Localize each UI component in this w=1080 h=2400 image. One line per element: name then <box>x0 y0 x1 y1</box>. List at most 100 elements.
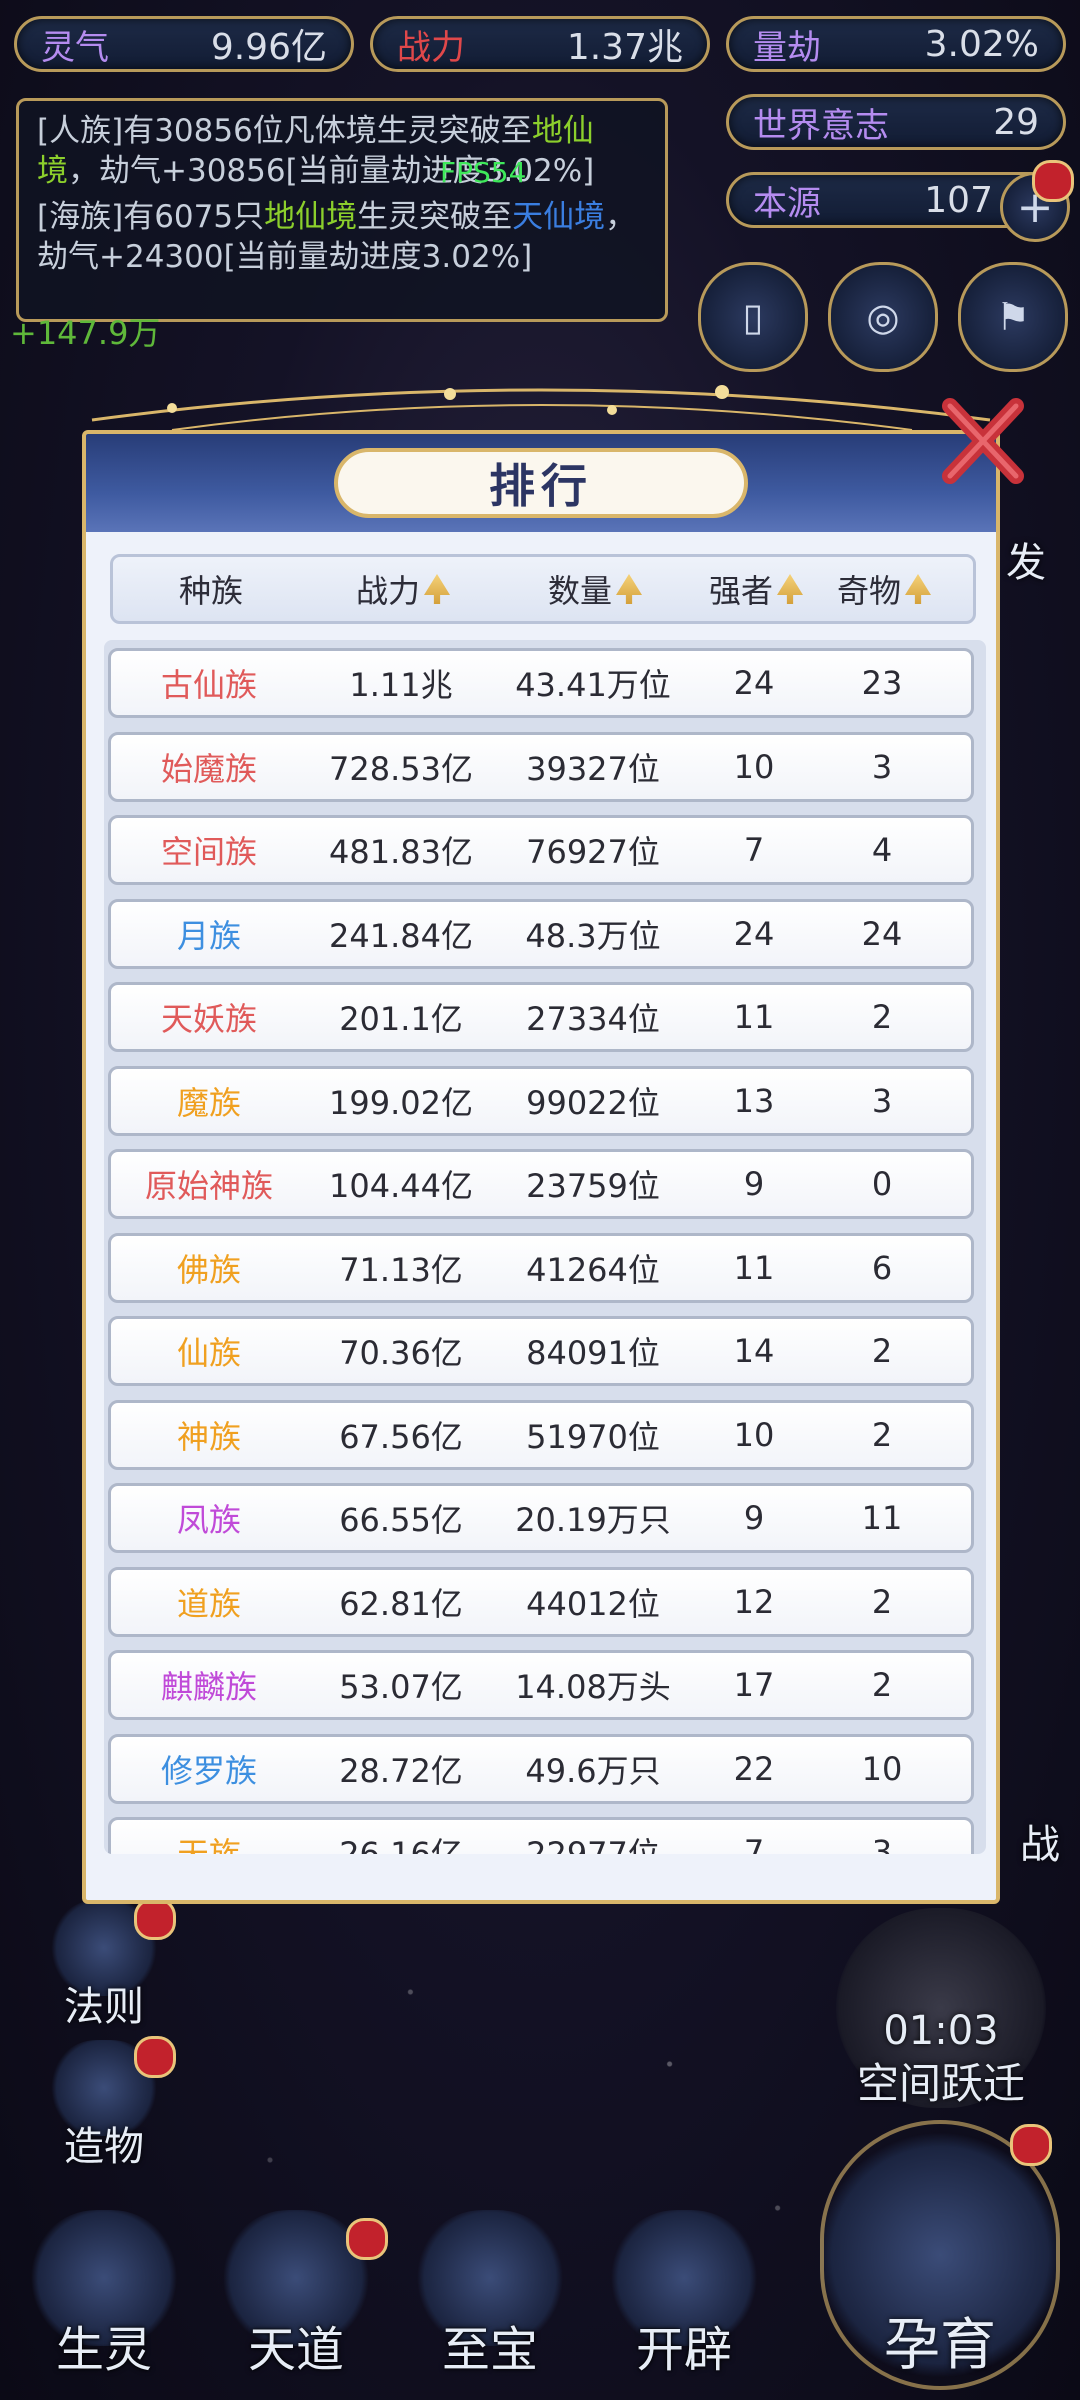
race-name: 神族 <box>176 1417 241 1456</box>
sort-by-items[interactable]: 奇物 <box>819 557 949 621</box>
card-icon[interactable]: ▯ <box>698 262 808 372</box>
stat-label: 灵气 <box>41 27 109 68</box>
ranking-row[interactable]: 神族 67.56亿 51970位 10 2 <box>108 1399 974 1470</box>
menu-label: 造物 <box>64 2124 144 2170</box>
strong-value: 7 <box>743 831 765 869</box>
stat-zhanli: 战力 1.37兆 <box>370 16 710 72</box>
items-value: 24 <box>861 914 903 953</box>
menu-label: 生灵 <box>55 2322 152 2378</box>
count-value: 41264位 <box>526 1250 660 1289</box>
log-highlight: 天仙境 <box>512 199 606 235</box>
race-name: 原始神族 <box>144 1167 273 1205</box>
count-value: 99022位 <box>526 1083 660 1122</box>
menu-sheng-ling[interactable]: 生灵 <box>29 2210 179 2380</box>
count-value: 39327位 <box>526 749 660 788</box>
race-name: 始魔族 <box>160 749 257 788</box>
race-name: 天族 <box>176 1835 241 1854</box>
race-name: 仙族 <box>176 1334 241 1372</box>
menu-label: 天道 <box>247 2322 344 2378</box>
stat-lingqi: 灵气 9.96亿 <box>14 16 354 72</box>
ranking-row[interactable]: 道族 62.81亿 44012位 12 2 <box>108 1566 974 1637</box>
stat-label: 本源 <box>753 183 821 224</box>
sort-by-count[interactable]: 数量 <box>497 557 693 621</box>
log-line: [人族]有30856位凡体境生灵突破至地仙境，劫气+30856[当前量劫进度3.… <box>37 111 647 191</box>
dialog-header: 排行 <box>86 434 996 532</box>
stat-liangjie: 量劫 3.02% <box>726 16 1066 72</box>
count-value: 51970位 <box>526 1417 660 1456</box>
items-value: 3 <box>871 747 893 786</box>
count-value: 43.41万位 <box>515 666 671 704</box>
power-value: 28.72亿 <box>339 1751 463 1790</box>
stat-label: 世界意志 <box>753 105 889 146</box>
menu-label: 至宝 <box>441 2322 538 2378</box>
count-value: 49.6万只 <box>525 1751 661 1790</box>
side-label-fa[interactable]: 发 <box>1006 530 1046 588</box>
stat-label: 量劫 <box>753 27 821 68</box>
count-value: 44012位 <box>526 1584 660 1623</box>
swirl-icon[interactable]: ◎ <box>828 262 938 372</box>
strong-value: 11 <box>733 998 775 1036</box>
column-label: 种族 <box>178 572 243 610</box>
menu-kai-pi[interactable]: 开辟 <box>609 2210 759 2380</box>
count-value: 23759位 <box>526 1167 660 1205</box>
count-value: 27334位 <box>526 1000 660 1038</box>
ranking-row[interactable]: 原始神族 104.44亿 23759位 9 0 <box>108 1149 974 1219</box>
ranking-row[interactable]: 魔族 199.02亿 99022位 13 3 <box>108 1065 974 1136</box>
strong-value: 7 <box>743 1833 765 1854</box>
ranking-row[interactable]: 天族 26.16亿 22977位 7 3 <box>108 1817 974 1854</box>
ranking-row[interactable]: 月族 241.84亿 48.3万位 24 24 <box>108 898 974 969</box>
side-label-zhan[interactable]: 战 <box>1020 1812 1060 1870</box>
items-value: 10 <box>861 1749 903 1788</box>
items-value: 2 <box>871 998 893 1036</box>
count-value: 22977位 <box>526 1835 660 1854</box>
power-value: 53.07亿 <box>339 1668 463 1706</box>
power-value: 728.53亿 <box>329 749 473 788</box>
dialog-title: 排行 <box>334 448 748 518</box>
log-text: [海族]有6075只 <box>37 199 265 235</box>
column-header-race: 种族 <box>113 557 309 621</box>
power-value: 481.83亿 <box>329 833 473 871</box>
ranking-row[interactable]: 始魔族 728.53亿 39327位 10 3 <box>108 731 974 802</box>
space-jump-button[interactable]: 01:03 空间跃迁 <box>836 1908 1046 2108</box>
fps-counter: FPS54 <box>440 156 527 189</box>
strong-value: 10 <box>733 747 775 786</box>
ranking-row[interactable]: 佛族 71.13亿 41264位 11 6 <box>108 1232 974 1303</box>
stat-value: 29 <box>993 101 1039 143</box>
column-label: 奇物 <box>836 572 901 610</box>
race-name: 天妖族 <box>160 1000 257 1038</box>
banner-icon[interactable]: ⚑ <box>958 262 1068 372</box>
strong-value: 9 <box>743 1499 765 1537</box>
ranking-row[interactable]: 天妖族 201.1亿 27334位 11 2 <box>108 982 974 1052</box>
sort-by-strong[interactable]: 强者 <box>693 557 819 621</box>
sort-by-power[interactable]: 战力 <box>309 557 497 621</box>
close-icon[interactable] <box>936 396 1026 486</box>
column-label: 战力 <box>355 572 420 610</box>
power-value: 201.1亿 <box>339 1000 463 1038</box>
stat-value: 9.96亿 <box>210 27 327 68</box>
power-value: 104.44亿 <box>329 1167 473 1205</box>
strong-value: 9 <box>743 1165 765 1203</box>
race-name: 道族 <box>176 1584 241 1623</box>
power-value: 62.81亿 <box>339 1584 463 1623</box>
ranking-list[interactable]: 古仙族 1.11兆 43.41万位 24 23 始魔族 728.53亿 39327位 10 3 空间… <box>104 640 986 1854</box>
log-text: 生灵突破至 <box>357 199 513 235</box>
count-value: 14.08万头 <box>515 1668 671 1706</box>
power-value: 199.02亿 <box>329 1083 473 1122</box>
ranking-row[interactable]: 空间族 481.83亿 76927位 7 4 <box>108 815 974 885</box>
count-value: 20.19万只 <box>515 1501 671 1539</box>
items-value: 11 <box>861 1499 903 1537</box>
race-name: 月族 <box>176 916 241 955</box>
items-value: 3 <box>871 1081 893 1120</box>
ranking-row[interactable]: 仙族 70.36亿 84091位 14 2 <box>108 1316 974 1386</box>
ranking-row[interactable]: 古仙族 1.11兆 43.41万位 24 23 <box>108 648 974 718</box>
ranking-row[interactable]: 凤族 66.55亿 20.19万只 9 11 <box>108 1483 974 1553</box>
strong-value: 11 <box>733 1248 775 1287</box>
menu-tian-dao[interactable]: 天道 <box>221 2210 371 2380</box>
strong-value: 24 <box>733 914 775 953</box>
timer-text: 01:03 <box>883 2008 999 2054</box>
menu-zhi-bao[interactable]: 至宝 <box>415 2210 565 2380</box>
ranking-row[interactable]: 修罗族 28.72亿 49.6万只 22 10 <box>108 1733 974 1804</box>
items-value: 2 <box>871 1332 893 1370</box>
power-value: 67.56亿 <box>339 1417 463 1456</box>
ranking-row[interactable]: 麒麟族 53.07亿 14.08万头 17 2 <box>108 1650 974 1720</box>
